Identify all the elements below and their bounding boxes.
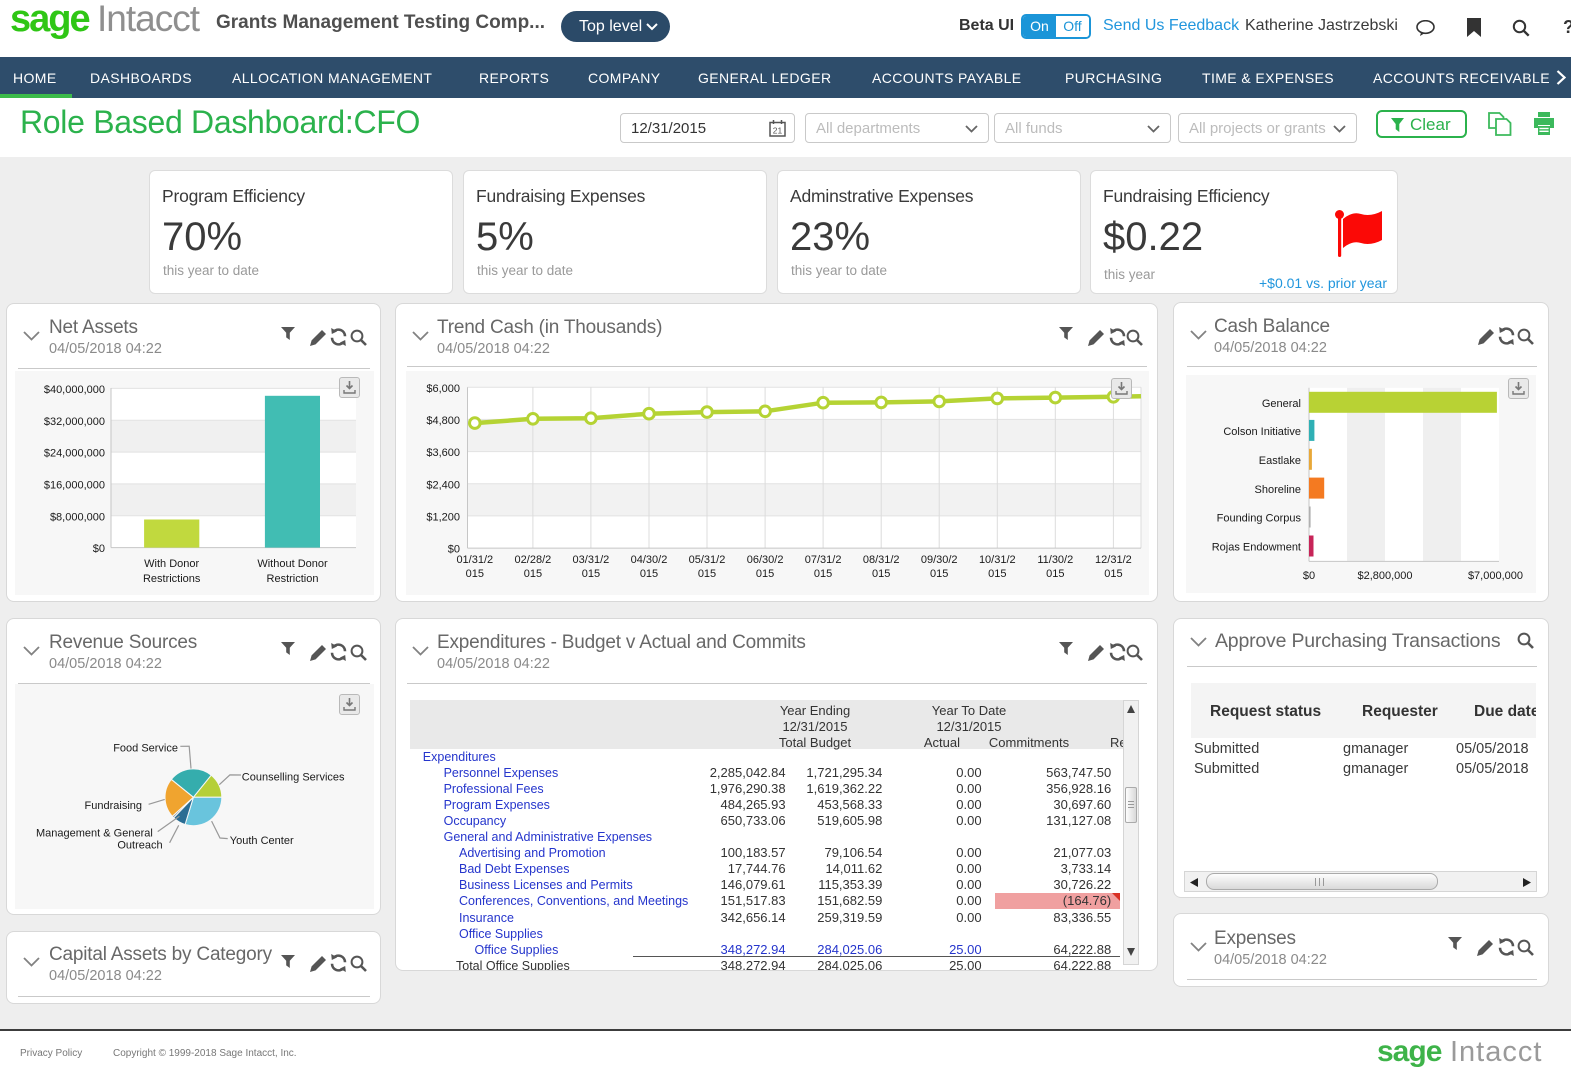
svg-text:015: 015	[524, 568, 542, 580]
svg-text:$1,200: $1,200	[426, 512, 460, 524]
svg-text:12/31/2: 12/31/2	[1095, 554, 1132, 566]
svg-text:015: 015	[930, 568, 948, 580]
svg-text:21: 21	[773, 126, 783, 136]
svg-text:015: 015	[582, 568, 600, 580]
svg-text:$40,000,000: $40,000,000	[44, 384, 105, 396]
svg-text:04/30/2: 04/30/2	[631, 554, 668, 566]
svg-text:$0: $0	[93, 543, 105, 555]
svg-text:$24,000,000: $24,000,000	[44, 448, 105, 460]
svg-text:Restriction: Restriction	[267, 573, 319, 585]
svg-text:$2,400: $2,400	[426, 479, 460, 491]
svg-text:015: 015	[756, 568, 774, 580]
svg-text:015: 015	[872, 568, 890, 580]
svg-text:Counselling Services: Counselling Services	[242, 771, 345, 783]
svg-text:015: 015	[698, 568, 716, 580]
svg-text:Founding Corpus: Founding Corpus	[1217, 513, 1302, 525]
svg-text:Without Donor: Without Donor	[257, 558, 328, 570]
svg-text:$3,600: $3,600	[426, 447, 460, 459]
svg-text:08/31/2: 08/31/2	[863, 554, 900, 566]
svg-text:015: 015	[640, 568, 658, 580]
svg-text:Fundraising: Fundraising	[85, 800, 142, 812]
svg-text:Shoreline: Shoreline	[1255, 484, 1301, 496]
svg-text:$2,800,000: $2,800,000	[1357, 570, 1412, 582]
svg-text:09/30/2: 09/30/2	[921, 554, 958, 566]
svg-text:07/31/2: 07/31/2	[805, 554, 842, 566]
svg-text:$0: $0	[1303, 570, 1315, 582]
svg-text:$4,800: $4,800	[426, 415, 460, 427]
svg-text:Food Service: Food Service	[113, 742, 178, 754]
svg-text:Youth Center: Youth Center	[230, 835, 294, 847]
svg-text:11/30/2: 11/30/2	[1037, 554, 1073, 566]
svg-text:Eastlake: Eastlake	[1259, 455, 1301, 467]
svg-text:05/31/2: 05/31/2	[689, 554, 726, 566]
svg-text:$32,000,000: $32,000,000	[44, 416, 105, 428]
svg-text:$8,000,000: $8,000,000	[50, 511, 105, 523]
svg-text:$6,000: $6,000	[426, 383, 460, 395]
svg-text:Outreach: Outreach	[117, 839, 162, 851]
svg-text:01/31/2: 01/31/2	[456, 554, 493, 566]
svg-text:015: 015	[988, 568, 1006, 580]
svg-text:015: 015	[1104, 568, 1122, 580]
svg-text:015: 015	[814, 568, 832, 580]
svg-text:Restrictions: Restrictions	[143, 573, 201, 585]
svg-text:02/28/2: 02/28/2	[515, 554, 552, 566]
svg-text:06/30/2: 06/30/2	[747, 554, 784, 566]
svg-text:Colson Initiative: Colson Initiative	[1223, 426, 1301, 438]
svg-text:Management & General: Management & General	[36, 827, 153, 839]
svg-text:General: General	[1262, 398, 1301, 410]
svg-text:015: 015	[1046, 568, 1064, 580]
svg-text:10/31/2: 10/31/2	[979, 554, 1016, 566]
svg-text:Rojas Endowment: Rojas Endowment	[1212, 542, 1301, 554]
svg-text:$16,000,000: $16,000,000	[44, 480, 105, 492]
svg-text:With Donor: With Donor	[144, 558, 199, 570]
svg-text:03/31/2: 03/31/2	[573, 554, 610, 566]
svg-text:$7,000,000: $7,000,000	[1468, 570, 1523, 582]
svg-text:015: 015	[466, 568, 484, 580]
